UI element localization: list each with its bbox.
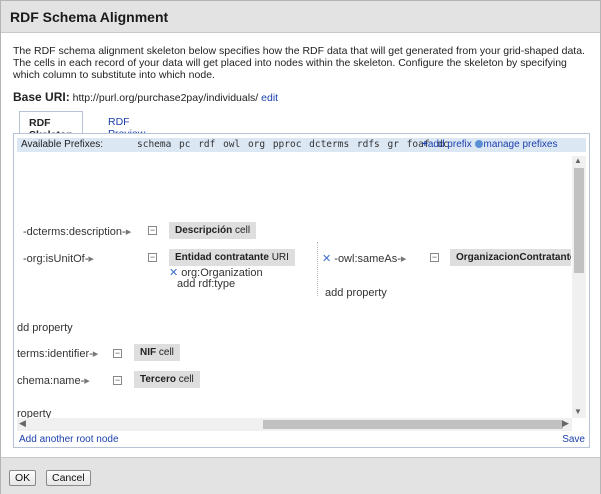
collapse-icon[interactable]: − (148, 226, 157, 235)
node-type: cell (235, 225, 251, 236)
collapse-icon[interactable]: − (113, 349, 122, 358)
property-label: terms:identifier- (17, 348, 93, 360)
cancel-button[interactable]: Cancel (46, 470, 91, 486)
property-dcterms-description[interactable]: -dcterms:description-▸ (23, 225, 131, 238)
node-entidad-contratante[interactable]: Entidad contratante URI (169, 249, 295, 266)
arrow-icon: ▸ (92, 348, 99, 360)
node-descripcion[interactable]: Descripción cell (169, 222, 257, 239)
node-nif[interactable]: NIF cell (134, 344, 180, 361)
nesting-divider (317, 242, 318, 296)
node-type: cell (178, 374, 194, 385)
arrow-icon: ▸ (400, 253, 407, 265)
remove-property-icon[interactable]: ✕ (322, 253, 331, 265)
dialog-description: The RDF schema alignment skeleton below … (13, 45, 585, 81)
base-uri-edit-link[interactable]: edit (261, 92, 278, 104)
add-property-link[interactable]: add property (325, 287, 387, 299)
scroll-left-icon[interactable]: ◀ (19, 418, 26, 429)
skeleton-panel: Available Prefixes: schema pc rdf owl or… (13, 133, 590, 448)
base-uri-value: http://purl.org/purchase2pay/individuals… (72, 92, 259, 104)
collapse-icon[interactable]: − (148, 253, 157, 262)
node-column-name: Descripción (175, 225, 233, 236)
arrow-icon: ▸ (88, 253, 94, 265)
node-tercero[interactable]: Tercero cell (134, 371, 200, 388)
add-prefix-link[interactable]: add prefix (428, 139, 472, 150)
save-link[interactable]: Save (562, 434, 585, 445)
add-property-link[interactable]: roperty (17, 408, 51, 418)
prefix-list: schema pc rdf owl org pproc dcterms rdfs… (137, 139, 449, 150)
collapse-icon[interactable]: − (430, 253, 439, 262)
manage-prefixes-link[interactable]: manage prefixes (484, 139, 558, 150)
property-schema-name[interactable]: chema:name-▸ (17, 374, 90, 387)
property-label: chema:name- (17, 375, 85, 387)
vertical-scrollbar[interactable]: ▲ ▼ (572, 156, 586, 418)
ok-button[interactable]: OK (9, 470, 37, 486)
base-uri-label: Base URI: (13, 90, 70, 104)
collapse-icon[interactable]: − (113, 376, 122, 385)
node-organizacion-contratante[interactable]: OrganizacionContratante (450, 249, 571, 266)
property-label: -org:isUnitOf- (23, 253, 89, 265)
horizontal-scroll-thumb[interactable] (263, 420, 563, 429)
node-type: URI (271, 252, 289, 263)
property-label: -dcterms:description- (23, 226, 126, 238)
node-column-name: Entidad contratante (175, 252, 269, 263)
property-label: -owl:sameAs- (334, 253, 401, 265)
skeleton-canvas: -dcterms:description-▸ − Descripción cel… (17, 156, 571, 418)
tab-rdf-preview[interactable]: RDF Preview (99, 111, 154, 140)
node-type: cell (158, 347, 174, 358)
scroll-up-icon[interactable]: ▲ (574, 156, 582, 165)
globe-icon (474, 140, 483, 149)
add-property-link[interactable]: dd property (17, 322, 73, 334)
property-owl-sameas[interactable]: ✕ -owl:sameAs-▸ (322, 252, 406, 265)
tab-rdf-skeleton[interactable]: RDF Skeleton (19, 111, 83, 141)
prefixes-label: Available Prefixes: (21, 139, 104, 150)
node-column-name: OrganizacionContratante (456, 252, 571, 263)
node-column-name: NIF (140, 347, 157, 358)
add-root-node-link[interactable]: Add another root node (19, 434, 119, 445)
arrow-icon: ▸ (125, 226, 132, 238)
arrow-icon: ▸ (84, 375, 90, 387)
property-org-isunitof[interactable]: -org:isUnitOf-▸ (23, 252, 94, 265)
prefix-actions: +add prefix manage prefixes (422, 138, 557, 152)
dialog-title: RDF Schema Alignment (10, 9, 169, 25)
scroll-down-icon[interactable]: ▼ (574, 407, 582, 416)
dialog-footer: OK Cancel (1, 457, 600, 494)
dialog-header: RDF Schema Alignment (1, 1, 600, 33)
property-dcterms-identifier[interactable]: terms:identifier-▸ (17, 347, 98, 360)
base-uri-row: Base URI: http://purl.org/purchase2pay/i… (13, 90, 278, 104)
add-rdf-type-link[interactable]: add rdf:type (177, 278, 235, 290)
horizontal-scrollbar[interactable]: ◀ ▶ (17, 418, 572, 431)
prefix-bar: Available Prefixes: schema pc rdf owl or… (17, 138, 586, 152)
vertical-scroll-thumb[interactable] (574, 168, 584, 273)
rdf-schema-alignment-dialog: RDF Schema Alignment The RDF schema alig… (0, 0, 601, 494)
scroll-right-icon[interactable]: ▶ (562, 418, 569, 429)
node-column-name: Tercero (140, 374, 176, 385)
